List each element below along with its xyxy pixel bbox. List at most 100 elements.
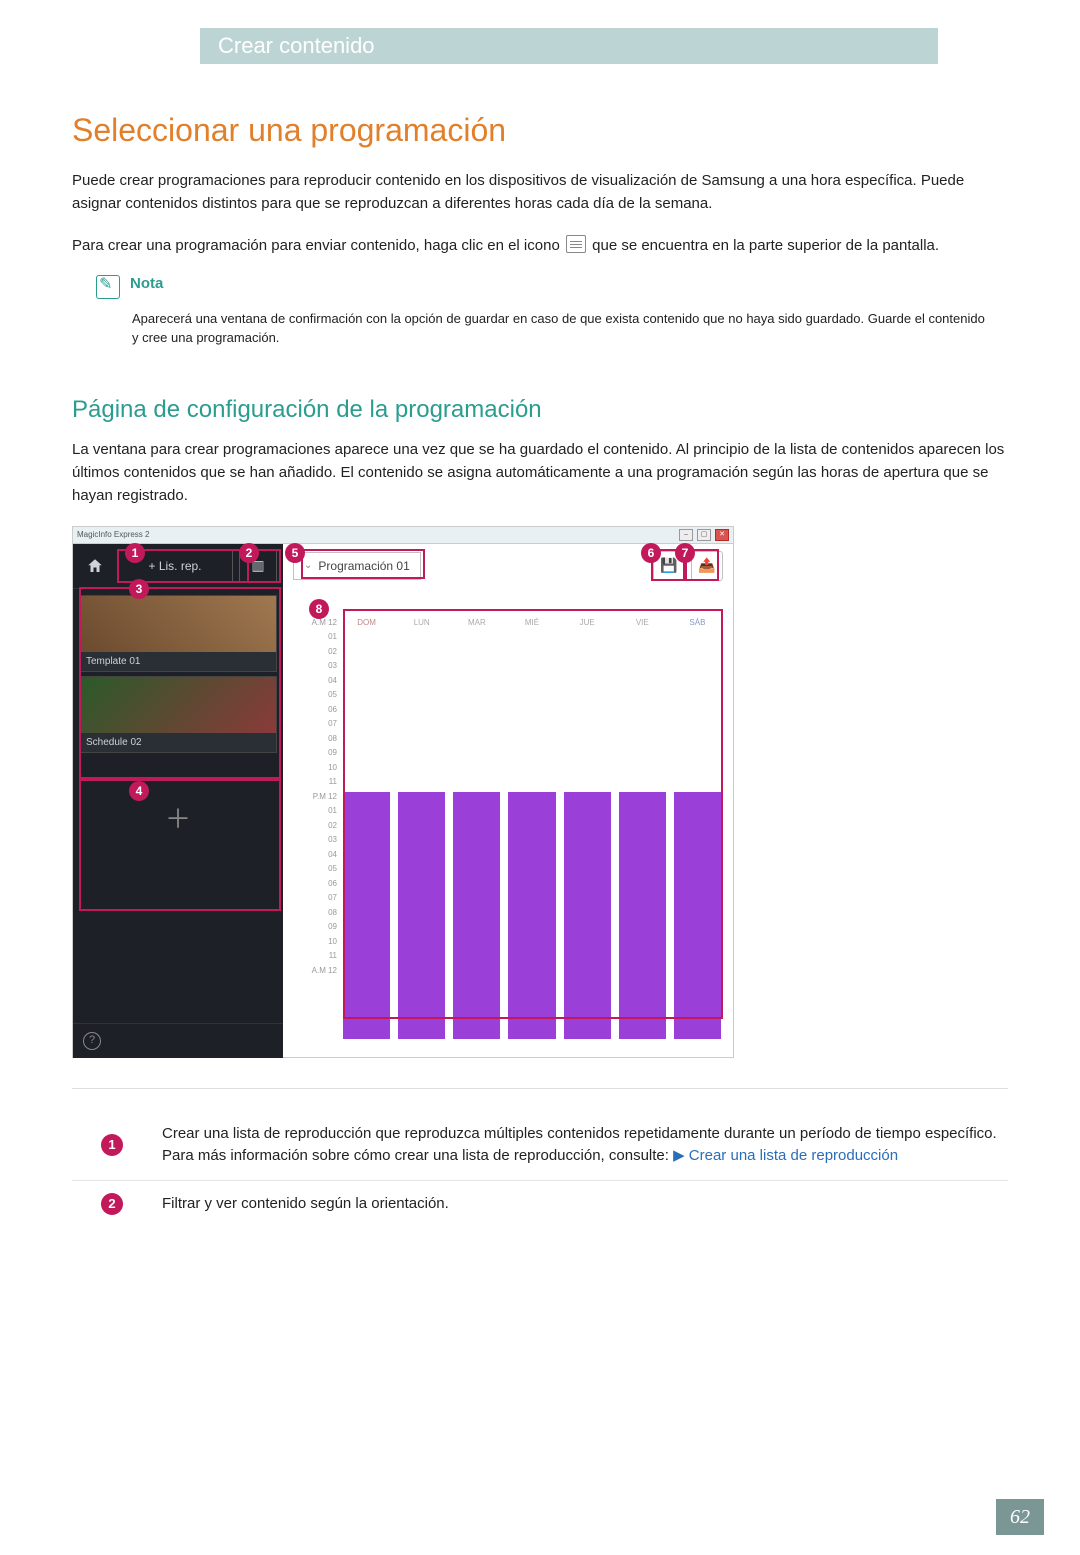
callout-3: 3 (129, 579, 149, 599)
time-label: 07 (293, 719, 337, 734)
time-label: 11 (293, 951, 337, 966)
schedule-bar[interactable] (453, 792, 500, 1039)
day-header: VIE (617, 618, 668, 636)
schedule-grid: A.M 120102030405060708091011P.M 12010203… (283, 588, 733, 1058)
day-column[interactable]: JUE (562, 618, 613, 1048)
day-columns: DOMLUNMARMIÉ JUEVIESÁB (341, 618, 723, 1048)
app-main-pane: ⌄ Programación 01 💾 📤 A.M 12010203040506… (283, 544, 733, 1058)
content-card-1[interactable]: Template 01 (79, 595, 277, 672)
time-label: 05 (293, 690, 337, 705)
time-label: 08 (293, 734, 337, 749)
callout-2: 2 (239, 543, 259, 563)
schedule-name-selector[interactable]: ⌄ Programación 01 (293, 552, 421, 580)
heading-sub: Página de configuración de la programaci… (72, 396, 1008, 424)
day-slot (506, 636, 557, 1048)
plus-icon: ＋ (165, 799, 191, 836)
intro-paragraph-1: Puede crear programaciones para reproduc… (72, 169, 1008, 216)
time-label: 02 (293, 821, 337, 836)
callout-legend-table: 1 Crear una lista de reproducción que re… (72, 1111, 1008, 1228)
content-card-2[interactable]: Schedule 02 (79, 676, 277, 753)
legend-badge-2: 2 (101, 1193, 123, 1215)
breadcrumb: Crear contenido (218, 33, 375, 59)
day-header: LUN (396, 618, 447, 636)
time-label: 10 (293, 763, 337, 778)
day-header: MAR (451, 618, 502, 636)
callout-6: 6 (641, 543, 661, 563)
note-body: Aparecerá una ventana de confirmación co… (132, 309, 992, 348)
day-slot (396, 636, 447, 1048)
window-maximize-icon[interactable]: ▢ (697, 529, 711, 541)
legend-badge-1: 1 (101, 1134, 123, 1156)
time-label: 09 (293, 922, 337, 937)
help-icon: ? (83, 1032, 101, 1050)
time-axis: A.M 120102030405060708091011P.M 12010203… (293, 618, 341, 1048)
time-label: A.M 12 (293, 966, 337, 981)
help-button[interactable]: ? (73, 1023, 283, 1058)
time-label: 08 (293, 908, 337, 923)
save-icon: 💾 (660, 557, 677, 574)
time-label: 04 (293, 676, 337, 691)
time-label: 03 (293, 661, 337, 676)
day-column[interactable]: DOM (341, 618, 392, 1048)
day-header: DOM (341, 618, 392, 636)
window-minimize-icon[interactable]: – (679, 529, 693, 541)
pencil-note-icon (96, 275, 120, 299)
chevron-down-icon: ⌄ (304, 560, 312, 571)
link-create-playlist[interactable]: ▶ Crear una lista de reproducción (673, 1147, 898, 1164)
time-label: 05 (293, 864, 337, 879)
legend-row-1: Crear una lista de reproducción que repr… (152, 1111, 1008, 1181)
schedule-name: Programación 01 (318, 559, 409, 573)
time-label: 07 (293, 893, 337, 908)
app-screenshot: 1 2 3 4 5 6 7 8 MagicInfo Express 2 – ▢ … (72, 526, 734, 1058)
app-sidebar: + Lis. rep. ▥ Template 01 Schedule 02 (73, 544, 283, 1058)
section-paragraph: La ventana para crear programaciones apa… (72, 438, 1008, 508)
day-slot (672, 636, 723, 1048)
home-icon (86, 557, 104, 575)
day-slot (617, 636, 668, 1048)
note-label: Nota (130, 275, 163, 299)
schedule-bar[interactable] (619, 792, 666, 1039)
time-label: 09 (293, 748, 337, 763)
window-close-icon[interactable]: ✕ (715, 529, 729, 541)
day-header: JUE (562, 618, 613, 636)
time-label: 02 (293, 647, 337, 662)
callout-1: 1 (125, 543, 145, 563)
content-list: Template 01 Schedule 02 (73, 588, 283, 759)
day-column[interactable]: LUN (396, 618, 447, 1048)
home-button[interactable] (73, 544, 117, 588)
legend-row-2: Filtrar y ver contenido según la orienta… (152, 1180, 1008, 1227)
send-button[interactable]: 📤 (691, 551, 723, 581)
callout-8: 8 (309, 599, 329, 619)
schedule-bar[interactable] (343, 792, 390, 1039)
content-card-2-label: Schedule 02 (80, 733, 276, 752)
add-content-cell[interactable]: ＋ (73, 759, 283, 1023)
callout-4: 4 (129, 781, 149, 801)
callout-7: 7 (675, 543, 695, 563)
day-header: SÁB (672, 618, 723, 636)
schedule-bar[interactable] (398, 792, 445, 1039)
time-label: 10 (293, 937, 337, 952)
day-column[interactable]: SÁB (672, 618, 723, 1048)
time-label: P.M 12 (293, 792, 337, 807)
day-column[interactable]: VIE (617, 618, 668, 1048)
schedule-bar[interactable] (674, 792, 721, 1039)
thumbnail-2 (80, 677, 276, 733)
page-number: 62 (996, 1499, 1044, 1535)
time-label: 01 (293, 632, 337, 647)
content-card-1-label: Template 01 (80, 652, 276, 671)
window-titlebar: MagicInfo Express 2 – ▢ ✕ (73, 527, 733, 544)
day-slot (451, 636, 502, 1048)
time-label: 06 (293, 879, 337, 894)
intro-paragraph-2: Para crear una programación para enviar … (72, 234, 1008, 257)
day-header: MIÉ (506, 618, 557, 636)
time-label: 03 (293, 835, 337, 850)
time-label: 01 (293, 806, 337, 821)
time-label: 11 (293, 777, 337, 792)
thumbnail-1 (80, 596, 276, 652)
day-column[interactable]: MIÉ (506, 618, 557, 1048)
note-header: Nota (96, 275, 1008, 299)
section-divider (72, 1088, 1008, 1089)
schedule-bar[interactable] (564, 792, 611, 1039)
schedule-bar[interactable] (508, 792, 555, 1039)
day-column[interactable]: MAR (451, 618, 502, 1048)
